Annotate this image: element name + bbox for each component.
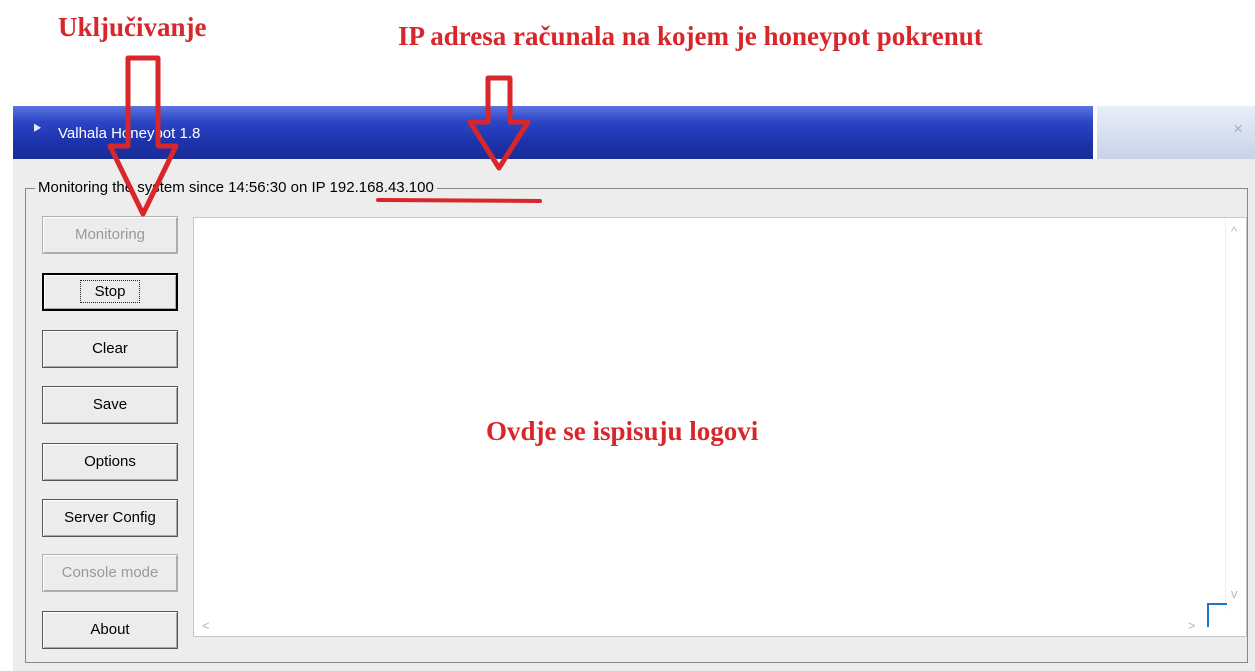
arrow-down-icon <box>107 55 179 217</box>
annotation-arrows <box>107 55 542 217</box>
ip-underline <box>376 198 542 203</box>
arrow-down-icon <box>467 75 531 171</box>
